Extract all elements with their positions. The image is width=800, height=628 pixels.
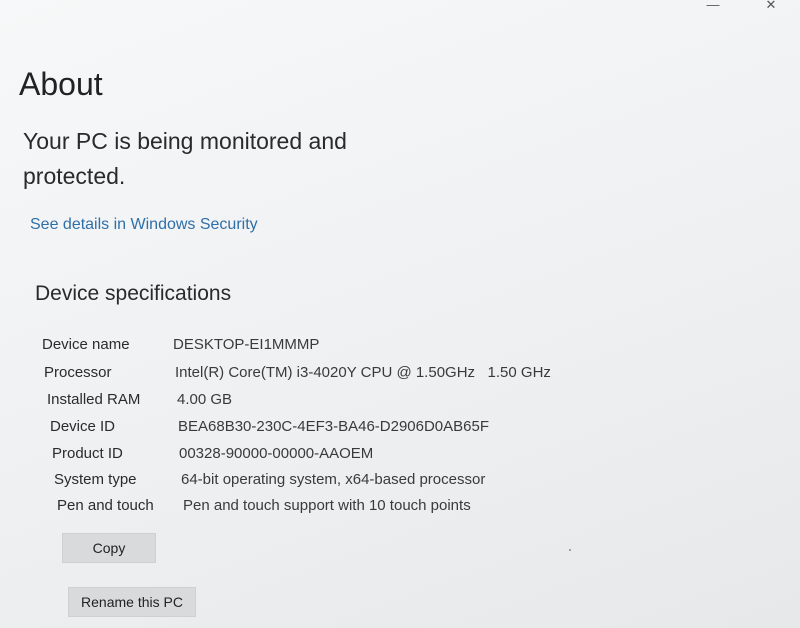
rename-pc-button[interactable]: Rename this PC — [68, 587, 196, 617]
spec-row-device-id: Device ID BEA68B30-230C-4EF3-BA46-D2906D… — [50, 418, 550, 440]
spec-label: Installed RAM — [47, 391, 141, 408]
spec-value: 4.00 GB — [177, 391, 233, 408]
spec-value: DESKTOP-EI1MMMP — [173, 336, 320, 353]
spec-label: Device ID — [50, 418, 116, 435]
spec-label: Processor — [44, 364, 112, 381]
spec-row-product-id: Product ID 00328-90000-00000-AAOEM — [52, 445, 552, 467]
spec-row-installed-ram: Installed RAM 4.00 GB — [47, 391, 547, 413]
spec-value: 64-bit operating system, x64-based proce… — [181, 471, 486, 488]
spec-row-processor: Processor Intel(R) Core(TM) i3-4020Y CPU… — [44, 364, 564, 386]
spec-row-device-name: Device name DESKTOP-EI1MMMP — [42, 336, 542, 358]
copy-button[interactable]: Copy — [62, 533, 156, 563]
spec-label: Pen and touch — [57, 497, 154, 514]
minimize-icon[interactable]: — — [700, 0, 726, 16]
spec-value: 00328-90000-00000-AAOEM — [179, 445, 374, 462]
spec-value: Intel(R) Core(TM) i3-4020Y CPU @ 1.50GHz… — [175, 364, 551, 381]
spec-label: System type — [54, 471, 137, 488]
spec-row-pen-and-touch: Pen and touch Pen and touch support with… — [57, 497, 557, 519]
spec-row-system-type: System type 64-bit operating system, x64… — [54, 471, 554, 493]
spec-label: Product ID — [52, 445, 123, 462]
close-icon[interactable]: ✕ — [758, 0, 784, 16]
divider-dot — [569, 549, 571, 551]
spec-value: Pen and touch support with 10 touch poin… — [183, 497, 471, 514]
windows-security-link[interactable]: See details in Windows Security — [30, 216, 258, 234]
settings-window: — ✕ About Your PC is being monitored and… — [0, 0, 800, 628]
spec-value: BEA68B30-230C-4EF3-BA46-D2906D0AB65F — [178, 418, 490, 435]
title-bar: — ✕ — [0, 0, 800, 22]
page-title: About — [19, 66, 103, 102]
protection-status-text: Your PC is being monitored and protected… — [23, 128, 347, 189]
spec-label: Device name — [42, 336, 130, 353]
device-specifications-heading: Device specifications — [35, 282, 232, 305]
